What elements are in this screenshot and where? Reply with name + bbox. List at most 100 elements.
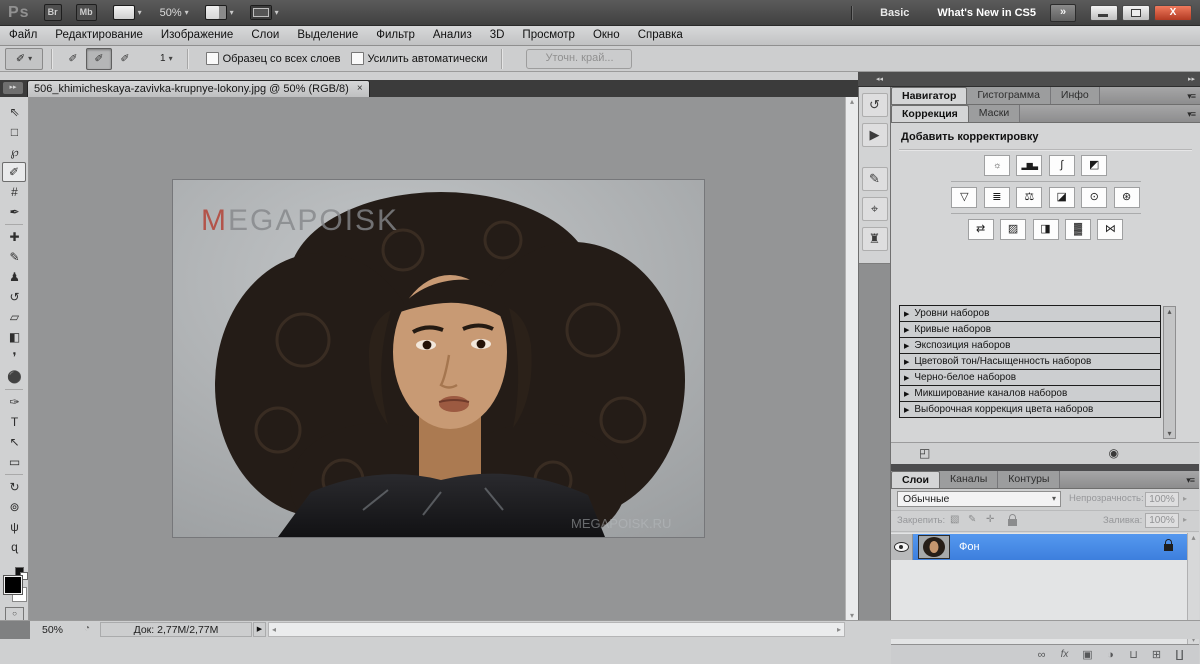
brush-size-value[interactable]: 1 <box>160 53 166 64</box>
presets-scrollbar[interactable]: ▴ ▾ <box>1163 306 1176 439</box>
eyedropper-tool[interactable]: ✒ <box>0 202 29 222</box>
panel-menu-icon[interactable]: ▾≡ <box>1187 91 1195 102</box>
tab-adjustments[interactable]: Коррекция <box>891 105 969 122</box>
preset-row-black-white[interactable]: ▶ Черно-белое наборов <box>899 369 1161 386</box>
scroll-down-icon[interactable]: ▾ <box>1167 429 1171 438</box>
pen-tool[interactable]: ✑ <box>0 392 29 412</box>
canvas-horizontal-scrollbar[interactable]: ◂ ▸ <box>268 622 845 637</box>
scroll-right-icon[interactable]: ▸ <box>837 625 841 634</box>
crop-tool[interactable]: # <box>0 182 29 202</box>
view-extras-caret-icon[interactable]: ▾ <box>138 8 142 17</box>
brush-tool[interactable]: ✎ <box>0 247 29 267</box>
channel-mixer-icon[interactable]: ⊛ <box>1114 187 1140 208</box>
layer-style-icon[interactable]: fx <box>1053 649 1076 660</box>
expand-dock-icon[interactable]: ▸▸ <box>1188 75 1195 83</box>
hand-tool[interactable]: ψ <box>0 517 29 537</box>
layer-thumbnail[interactable] <box>919 536 949 558</box>
selective-color-icon[interactable]: ⋈ <box>1097 219 1123 240</box>
expand-triangle-icon[interactable]: ▶ <box>904 374 909 382</box>
lock-transparency-icon[interactable]: ▧ <box>950 514 959 525</box>
preset-row-hue-saturation[interactable]: ▶ Цветовой тон/Насыщенность наборов <box>899 353 1161 370</box>
levels-icon[interactable]: ▂▆▃ <box>1016 155 1042 176</box>
brush-presets-panel-icon[interactable]: ✎ <box>862 167 888 191</box>
scroll-left-icon[interactable]: ◂ <box>272 625 276 634</box>
menu-window[interactable]: Окно <box>584 26 629 45</box>
lock-all-icon[interactable] <box>1008 519 1017 526</box>
menu-3d[interactable]: 3D <box>481 26 514 45</box>
delete-layer-icon[interactable]: ∐ <box>1168 648 1191 661</box>
preset-row-channel-mixer[interactable]: ▶ Микширование каналов наборов <box>899 385 1161 402</box>
visibility-gutter[interactable] <box>891 534 913 560</box>
restore-button[interactable] <box>1122 5 1150 21</box>
mini-bridge-button[interactable]: Mb <box>76 4 97 21</box>
expand-triangle-icon[interactable]: ▶ <box>904 326 909 334</box>
cs-live-button[interactable]: » <box>1050 4 1076 22</box>
orbit-3d-tool[interactable]: ⊚ <box>0 497 29 517</box>
panel-menu-icon[interactable]: ▾≡ <box>1186 475 1194 486</box>
fill-spinner-icon[interactable]: ▸ <box>1183 515 1187 524</box>
layer-row-background[interactable]: Фон <box>891 534 1187 560</box>
path-selection-tool[interactable]: ↖ <box>0 432 29 452</box>
layer-name[interactable]: Фон <box>959 541 1155 553</box>
layer-group-icon[interactable]: ⊔ <box>1122 648 1145 661</box>
expand-triangle-icon[interactable]: ▶ <box>904 342 909 350</box>
scroll-up-icon[interactable]: ▴ <box>1167 307 1171 316</box>
clip-to-layer-icon[interactable]: ◉ <box>1109 446 1119 460</box>
zoom-tool[interactable]: ɋ <box>0 537 29 557</box>
menu-layers[interactable]: Слои <box>242 26 288 45</box>
brightness-contrast-icon[interactable]: ☼ <box>984 155 1010 176</box>
tab-navigator[interactable]: Навигатор <box>891 87 967 104</box>
type-tool[interactable]: T <box>0 412 29 432</box>
canvas-vertical-scrollbar[interactable]: ▴ ▾ <box>845 97 858 620</box>
menu-file[interactable]: Файл <box>0 26 46 45</box>
posterize-icon[interactable]: ▨ <box>1000 219 1026 240</box>
bridge-button[interactable]: Br <box>44 4 62 21</box>
move-tool[interactable]: ⇖ <box>0 102 29 122</box>
view-extras-icon[interactable] <box>113 5 135 20</box>
invert-icon[interactable]: ⇄ <box>968 219 994 240</box>
arrange-documents-icon[interactable] <box>205 5 227 20</box>
shape-tool[interactable]: ▭ <box>0 452 29 472</box>
refine-edge-button[interactable]: Уточн. край... <box>526 49 632 69</box>
tab-paths[interactable]: Контуры <box>998 471 1060 488</box>
auto-enhance-checkbox[interactable] <box>351 52 364 65</box>
dock-collapse-bar[interactable]: ◂◂ ▸▸ <box>858 72 1200 87</box>
tool-presets-panel-icon[interactable]: ♜ <box>862 227 888 251</box>
dodge-tool[interactable]: ⚫ <box>0 367 29 387</box>
lasso-tool[interactable]: ℘ <box>0 142 29 162</box>
vibrance-icon[interactable]: ▽ <box>951 187 977 208</box>
status-flyout-icon[interactable]: ▶ <box>253 622 266 637</box>
menu-image[interactable]: Изображение <box>152 26 242 45</box>
tab-masks[interactable]: Маски <box>969 105 1020 122</box>
menu-filter[interactable]: Фильтр <box>367 26 424 45</box>
blend-mode-select[interactable]: Обычные ▾ <box>897 491 1061 507</box>
zoom-caret-icon[interactable]: ▾ <box>185 8 189 17</box>
minimize-button[interactable] <box>1090 5 1118 21</box>
sample-all-layers-checkbox[interactable] <box>206 52 219 65</box>
foreground-color-swatch[interactable] <box>4 576 22 594</box>
current-tool-preset[interactable]: ✐ ▾ <box>5 48 43 70</box>
healing-brush-tool[interactable]: ✚ <box>0 227 29 247</box>
preset-row-selective-color[interactable]: ▶ Выборочная коррекция цвета наборов <box>899 401 1161 418</box>
selection-mode-add-button[interactable]: ✐ <box>86 48 112 70</box>
close-button[interactable]: X <box>1154 5 1192 21</box>
document-tab[interactable]: 506_khimicheskaya-zavivka-krupnye-lokony… <box>27 80 370 97</box>
arrange-documents-caret-icon[interactable]: ▾ <box>230 8 234 17</box>
threshold-icon[interactable]: ◨ <box>1033 219 1059 240</box>
tab-overflow-icon[interactable]: ▸▸ <box>3 82 23 94</box>
opacity-spinner-icon[interactable]: ▸ <box>1183 494 1187 503</box>
history-panel-icon[interactable]: ↺ <box>862 93 888 117</box>
layer-mask-icon[interactable]: ▣ <box>1076 648 1099 661</box>
tab-layers[interactable]: Слои <box>891 471 940 488</box>
tab-channels[interactable]: Каналы <box>940 471 998 488</box>
fill-value[interactable]: 100% <box>1145 513 1179 528</box>
clone-stamp-tool[interactable]: ♟ <box>0 267 29 287</box>
whats-new-menu[interactable]: What's New in CS5 <box>937 7 1036 19</box>
curves-icon[interactable]: ∫ <box>1049 155 1075 176</box>
color-balance-icon[interactable]: ⚖ <box>1016 187 1042 208</box>
gradient-tool[interactable]: ◧ <box>0 327 29 347</box>
eraser-tool[interactable]: ▱ <box>0 307 29 327</box>
lock-position-icon[interactable]: ✛ <box>986 514 994 525</box>
zoom-level-field[interactable]: 50% <box>160 7 182 19</box>
selection-mode-new-button[interactable]: ✐ <box>60 48 86 70</box>
